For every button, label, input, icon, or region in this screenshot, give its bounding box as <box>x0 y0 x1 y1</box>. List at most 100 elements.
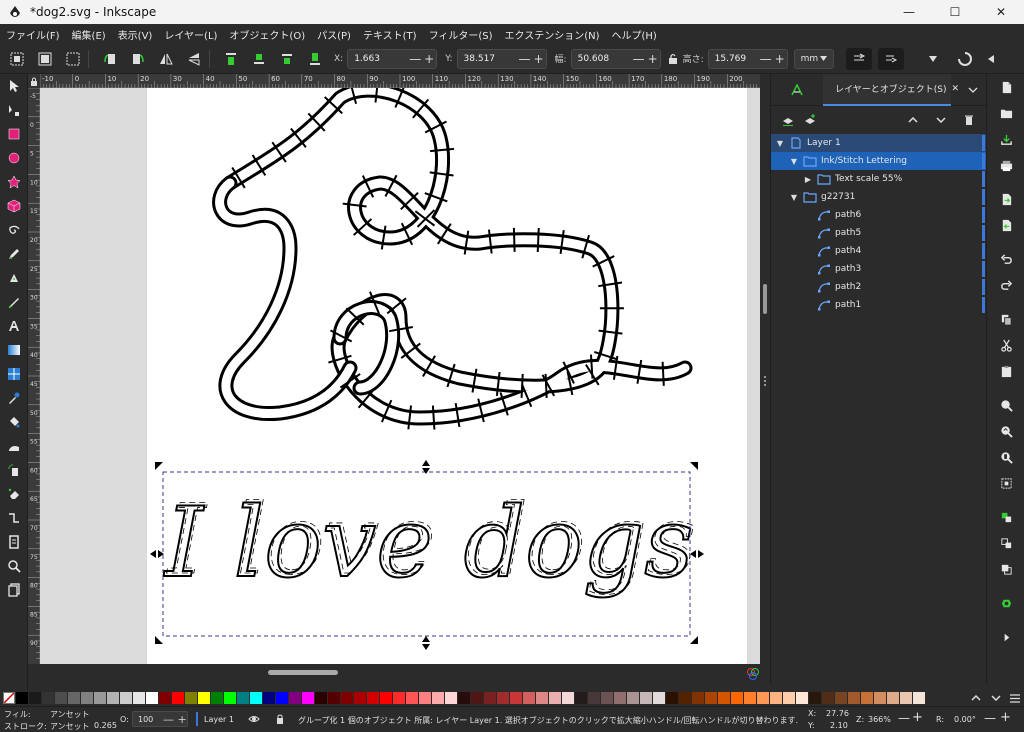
color-swatch[interactable] <box>770 692 782 704</box>
color-swatch[interactable] <box>874 692 886 704</box>
menu-path[interactable]: パス(P) <box>311 27 357 42</box>
visibility-marker[interactable] <box>982 135 985 151</box>
scale-stroke-button[interactable] <box>845 47 872 70</box>
color-swatch[interactable] <box>81 692 93 704</box>
color-swatch[interactable] <box>484 692 496 704</box>
color-swatch[interactable] <box>458 692 470 704</box>
add-layer-button[interactable] <box>777 109 799 131</box>
dock-resize-handle[interactable] <box>762 372 768 386</box>
color-swatch[interactable] <box>42 692 54 704</box>
paste-button[interactable] <box>987 358 1024 384</box>
color-swatch[interactable] <box>107 692 119 704</box>
color-swatch[interactable] <box>757 692 769 704</box>
vertical-scroll-thumb[interactable] <box>763 284 767 314</box>
lower-button[interactable] <box>276 48 298 70</box>
expand-arrow-icon[interactable]: ▼ <box>789 157 799 166</box>
color-swatch[interactable] <box>822 692 834 704</box>
color-swatch[interactable] <box>900 692 912 704</box>
add-group-button[interactable] <box>799 109 821 131</box>
star-tool[interactable] <box>0 170 28 194</box>
color-swatch[interactable] <box>640 692 652 704</box>
color-swatch[interactable] <box>367 692 379 704</box>
mesh-tool[interactable] <box>0 362 28 386</box>
y-field[interactable]: 38.517 — + <box>456 48 547 69</box>
opacity-value[interactable]: 100 <box>138 715 153 724</box>
color-swatch[interactable] <box>94 692 106 704</box>
color-swatch[interactable] <box>679 692 691 704</box>
visibility-marker[interactable] <box>982 171 985 187</box>
visibility-marker[interactable] <box>982 207 985 223</box>
tree-row-path2[interactable]: path2 <box>771 278 987 296</box>
eye-icon[interactable] <box>248 714 260 724</box>
x-value[interactable]: 1.663 <box>348 54 408 64</box>
x-increment-button[interactable]: + <box>422 52 436 66</box>
visibility-marker[interactable] <box>982 279 985 295</box>
lower-to-bottom-button[interactable] <box>304 48 326 70</box>
new-document-button[interactable] <box>987 74 1024 100</box>
measure-tool[interactable] <box>0 578 28 602</box>
unit-select[interactable]: mm <box>793 48 834 69</box>
tree-row-path6[interactable]: path6 <box>771 206 987 224</box>
color-swatch[interactable] <box>120 692 132 704</box>
tree-row-path4[interactable]: path4 <box>771 242 987 260</box>
color-swatch[interactable] <box>263 692 275 704</box>
height-value[interactable]: 15.769 <box>709 54 759 64</box>
close-tab-icon[interactable]: ✕ <box>951 84 959 94</box>
color-swatch[interactable] <box>29 692 41 704</box>
lock-icon[interactable] <box>275 713 285 725</box>
color-swatch[interactable] <box>55 692 67 704</box>
tree-row-layer-1[interactable]: ▼ Layer 1 <box>771 134 987 152</box>
flip-horizontal-button[interactable] <box>155 48 177 70</box>
dropper-tool[interactable] <box>0 386 28 410</box>
cut-button[interactable] <box>987 332 1024 358</box>
stroke-width-value[interactable]: 0.265 <box>94 721 117 730</box>
symbols-button[interactable] <box>987 590 1024 616</box>
color-swatch[interactable] <box>562 692 574 704</box>
node-tool[interactable] <box>0 98 28 122</box>
lock-ratio-button[interactable] <box>665 48 681 70</box>
rotate-ccw-button[interactable] <box>99 48 121 70</box>
zoom-center-button[interactable] <box>987 470 1024 496</box>
rotate-plus-button[interactable]: + <box>1000 710 1011 725</box>
ellipse-tool[interactable] <box>0 146 28 170</box>
expand-arrow-icon[interactable]: ▼ <box>775 139 785 148</box>
y-increment-button[interactable]: + <box>532 52 546 66</box>
move-down-button[interactable] <box>930 109 952 131</box>
color-swatch[interactable] <box>380 692 392 704</box>
color-swatch[interactable] <box>718 692 730 704</box>
color-swatch[interactable] <box>159 692 171 704</box>
rotation-value[interactable]: 0.00° <box>954 715 976 724</box>
import-button[interactable] <box>987 186 1024 212</box>
width-value[interactable]: 50.608 <box>572 54 632 64</box>
palette-menu-button[interactable] <box>1006 693 1024 703</box>
tree-row-g22731[interactable]: ▼ g22731 <box>771 188 987 206</box>
tree-row-path1[interactable]: path1 <box>771 296 987 314</box>
color-swatch[interactable] <box>536 692 548 704</box>
no-paint-swatch[interactable] <box>3 692 15 704</box>
menu-filters[interactable]: フィルター(S) <box>423 27 499 42</box>
print-button[interactable] <box>987 152 1024 178</box>
color-swatch[interactable] <box>497 692 509 704</box>
close-window-button[interactable]: ✕ <box>978 0 1024 24</box>
color-swatch[interactable] <box>861 692 873 704</box>
color-swatch[interactable] <box>432 692 444 704</box>
undo-button[interactable] <box>987 246 1024 272</box>
color-swatch[interactable] <box>68 692 80 704</box>
color-swatch[interactable] <box>666 692 678 704</box>
x-field[interactable]: 1.663 — + <box>347 48 438 69</box>
color-swatch[interactable] <box>328 692 340 704</box>
color-swatch[interactable] <box>601 692 613 704</box>
copy-button[interactable] <box>987 306 1024 332</box>
zoom-selection-button[interactable] <box>987 392 1024 418</box>
zoom-tool[interactable] <box>0 554 28 578</box>
color-swatch[interactable] <box>302 692 314 704</box>
deselect-button[interactable] <box>62 48 84 70</box>
menu-help[interactable]: ヘルプ(H) <box>606 27 663 42</box>
fill-value[interactable]: アンセット <box>50 709 90 720</box>
y-value[interactable]: 38.517 <box>458 54 518 64</box>
move-up-button[interactable] <box>902 109 924 131</box>
color-swatch[interactable] <box>835 692 847 704</box>
tree-row-path5[interactable]: path5 <box>771 224 987 242</box>
tree-row-text-scale-55-[interactable]: ▶ Text scale 55% <box>771 170 987 188</box>
menu-extensions[interactable]: エクステンション(N) <box>499 27 606 42</box>
